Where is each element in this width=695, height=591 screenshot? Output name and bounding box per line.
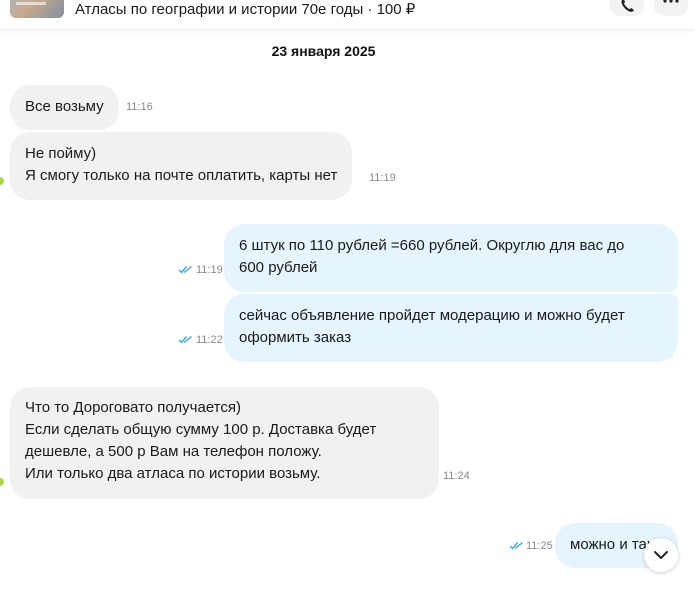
- message-time: 11:24: [443, 470, 470, 482]
- online-indicator: [0, 177, 4, 185]
- online-indicator: [0, 478, 4, 486]
- message-text: 6 штук по 110 рублей =660 рублей. Округл…: [239, 237, 625, 254]
- message-bubble-incoming[interactable]: Не пойму) Я смогу только на почте оплати…: [10, 132, 353, 200]
- listing-title[interactable]: Атласы по географии и истории 70е годы ·…: [75, 1, 415, 18]
- message-time: 11:25: [526, 540, 553, 552]
- message-time: 11:19: [196, 264, 223, 276]
- message-text: дешевле, а 500 р Вам на телефон положу.: [25, 443, 322, 460]
- call-button[interactable]: [610, 0, 644, 16]
- message-time: 11:16: [126, 101, 153, 113]
- message-bubble-outgoing[interactable]: 6 штук по 110 рублей =660 рублей. Округл…: [224, 224, 678, 292]
- message-time: 11:22: [196, 334, 223, 346]
- message-bubble-outgoing[interactable]: сейчас объявление пройдет модерацию и мо…: [224, 294, 678, 362]
- message-text: Что то Дороговато получается): [25, 399, 241, 416]
- chat-header: Атласы по географии и истории 70е годы ·…: [0, 0, 695, 30]
- message-text: Не пойму): [25, 145, 97, 162]
- message-text: Если сделать общую сумму 100 р. Доставка…: [25, 421, 377, 438]
- read-check-icon: [178, 335, 192, 344]
- date-divider: 23 января 2025: [271, 43, 376, 59]
- message-text: Или только два атласа по истории возьму.: [25, 465, 321, 482]
- read-check-icon: [178, 265, 192, 274]
- message-text: 600 рублей: [239, 259, 318, 276]
- chevron-down-icon: [654, 551, 668, 559]
- message-time: 11:19: [369, 172, 396, 184]
- phone-icon: [621, 0, 634, 12]
- message-bubble-incoming[interactable]: Все возьму: [10, 85, 119, 130]
- read-check-icon: [509, 541, 523, 550]
- scroll-to-bottom-button[interactable]: [644, 538, 678, 572]
- message-text: сейчас объявление пройдет модерацию и мо…: [239, 307, 625, 324]
- item-thumbnail[interactable]: [10, 0, 64, 18]
- message-text: Я смогу только на почте оплатить, карты …: [25, 167, 338, 184]
- more-icon: [663, 0, 679, 3]
- message-text: оформить заказ: [239, 329, 352, 346]
- message-bubble-incoming[interactable]: Что то Дороговато получается) Если сдела…: [10, 387, 439, 499]
- message-text: Все возьму: [25, 98, 104, 115]
- more-button[interactable]: [654, 0, 688, 16]
